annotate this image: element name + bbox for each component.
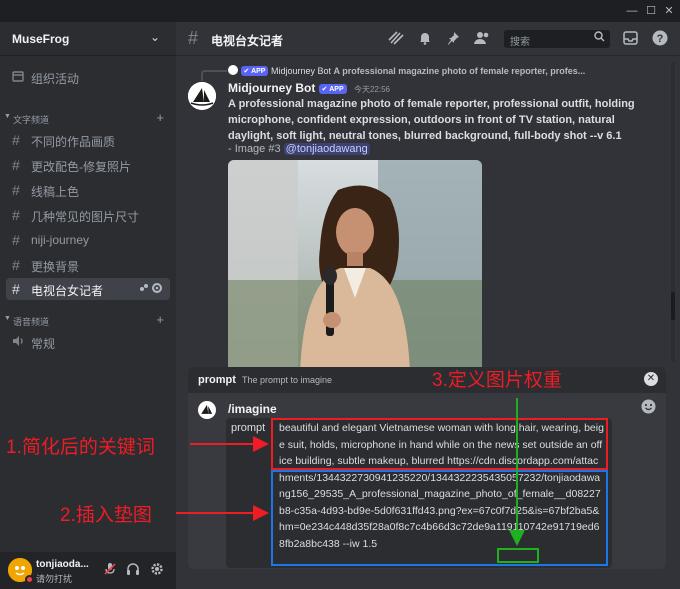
annotation-image-url: 2.插入垫图 xyxy=(60,505,152,526)
annotation-keywords: 1.简化后的关键词 xyxy=(6,437,155,458)
annotation-iw: 3.定义图片权重 xyxy=(432,370,562,391)
